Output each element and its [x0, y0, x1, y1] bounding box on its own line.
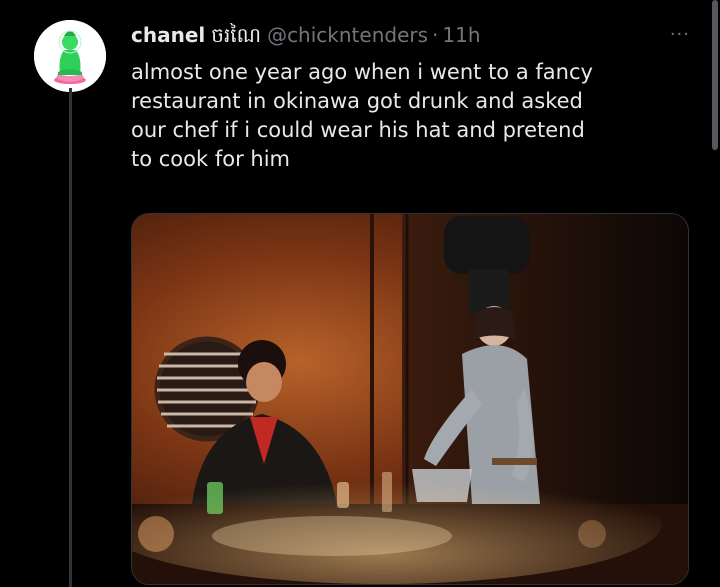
- separator-dot: ·: [432, 23, 439, 47]
- tweet-header: chanel ចរណៃ @chickntenders · 11h ···: [131, 20, 690, 50]
- more-options-icon[interactable]: ···: [670, 20, 690, 50]
- photo-chef-hat-restaurant: [132, 214, 688, 584]
- avatar[interactable]: [34, 20, 106, 92]
- tweet-text-line: almost one year ago when i went to a fan…: [131, 60, 593, 84]
- buddha-statue-icon: [34, 20, 106, 92]
- scrollbar[interactable]: [712, 0, 718, 150]
- tweet-text: almost one year ago when i went to a fan…: [131, 58, 701, 174]
- author-name[interactable]: chanel: [131, 23, 205, 47]
- tweet-text-line: our chef if i could wear his hat and pre…: [131, 118, 585, 142]
- tweet-text-line: restaurant in okinawa got drunk and aske…: [131, 89, 583, 113]
- author-name-extra[interactable]: ចរណៃ: [211, 23, 261, 47]
- tweet-text-line: to cook for him: [131, 147, 290, 171]
- author-handle[interactable]: @chickntenders: [267, 23, 428, 47]
- thread-line: [69, 88, 72, 587]
- timestamp[interactable]: 11h: [442, 23, 480, 47]
- tweet-photo[interactable]: [131, 213, 689, 585]
